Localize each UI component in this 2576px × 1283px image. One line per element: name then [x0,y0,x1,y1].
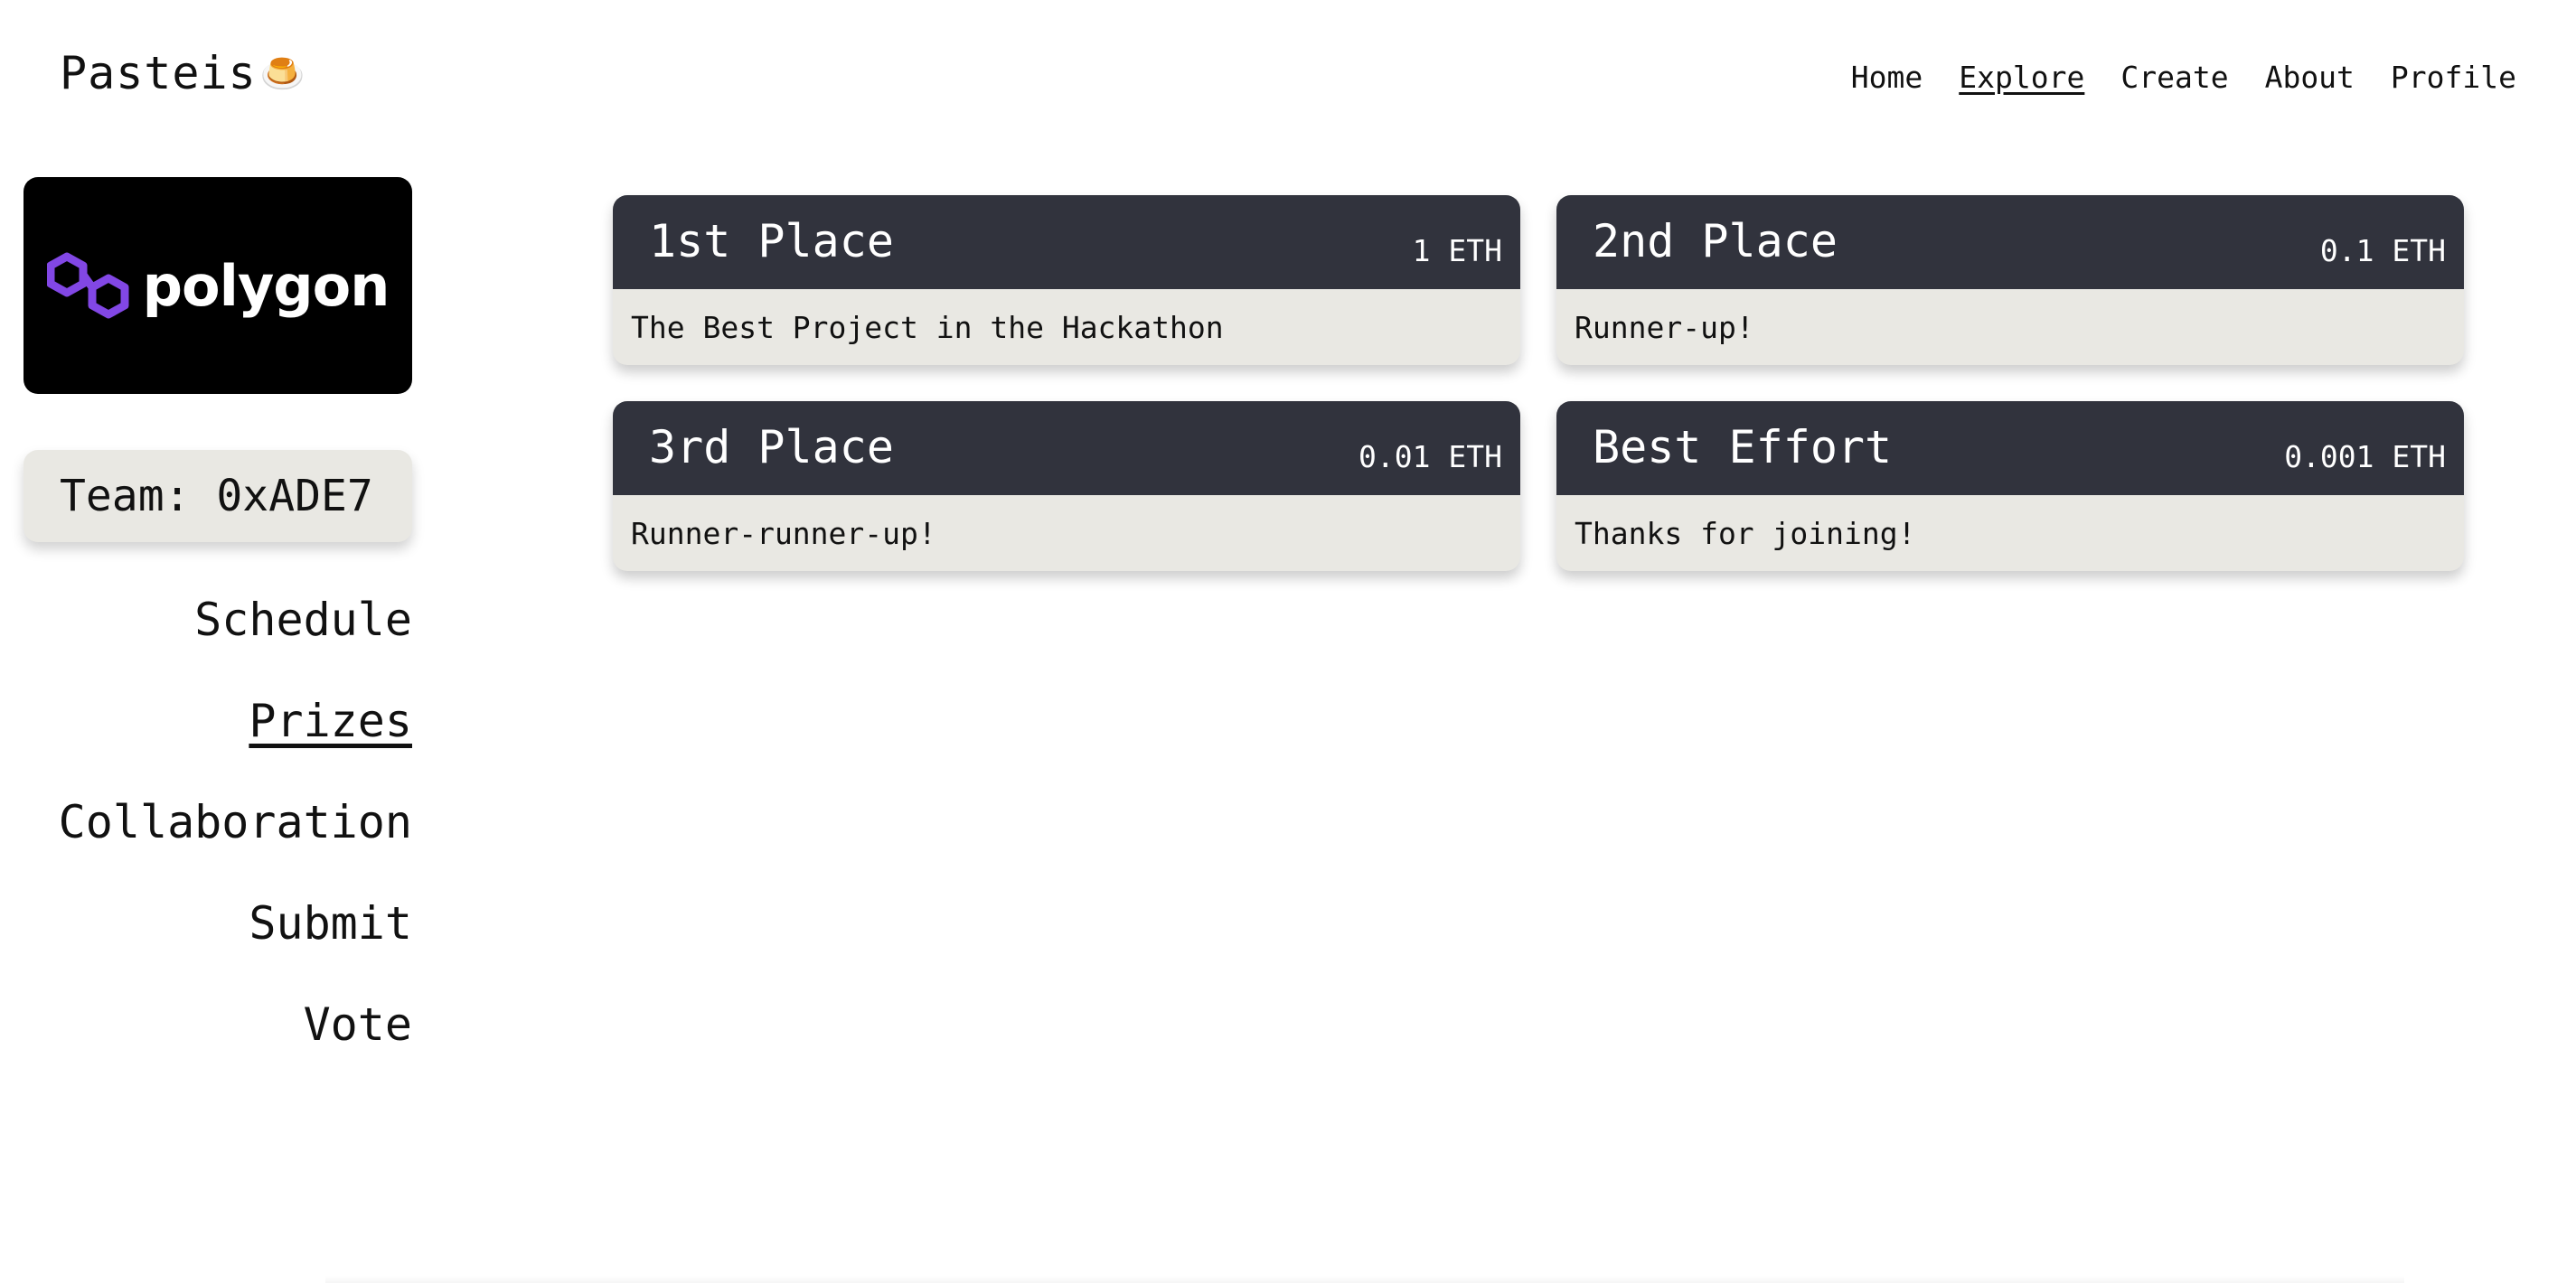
prize-title: 1st Place [649,215,894,267]
top-nav: Home Explore Create About Profile [1851,60,2516,95]
prize-card: 2nd Place 0.1 ETH Runner-up! [1556,195,2464,365]
team-label: Team: 0xADE7 [60,471,373,521]
prize-description: Runner-runner-up! [631,515,936,551]
nav-explore-link[interactable]: Explore [1959,60,2084,95]
prize-description: The Best Project in the Hackathon [631,309,1224,345]
prize-amount: 0.001 ETH [2284,439,2446,474]
prize-amount: 1 ETH [1412,233,1502,268]
top-header: Pasteis 🍮 Home Explore Create About Prof… [0,0,2576,163]
prize-header: 1st Place 1 ETH [613,195,1520,289]
prize-description: Runner-up! [1575,309,1754,345]
footer-shadow [325,1276,2404,1283]
prize-card: 3rd Place 0.01 ETH Runner-runner-up! [613,401,1520,571]
nav-profile-link[interactable]: Profile [2391,60,2516,95]
polygon-wordmark: polygon [142,252,390,319]
hackathon-nav: Schedule Prizes Collaboration Submit Vot… [24,569,412,1075]
sidebar-item-submit[interactable]: Submit [249,873,412,974]
prize-title: 2nd Place [1593,215,1838,267]
sponsor-logo-card: polygon [24,177,412,394]
prizes-grid: 1st Place 1 ETH The Best Project in the … [613,195,2464,571]
prize-title: Best Effort [1593,421,1893,473]
sidebar: polygon Team: 0xADE7 Schedule Prizes Col… [24,177,412,1075]
prize-header: 2nd Place 0.1 ETH [1556,195,2464,289]
prize-card: 1st Place 1 ETH The Best Project in the … [613,195,1520,365]
prize-amount: 0.01 ETH [1359,439,1502,474]
nav-home-link[interactable]: Home [1851,60,1923,95]
prize-header: 3rd Place 0.01 ETH [613,401,1520,495]
nav-about-link[interactable]: About [2265,60,2355,95]
sidebar-item-schedule[interactable]: Schedule [194,569,412,670]
sidebar-item-prizes[interactable]: Prizes [249,670,412,772]
prize-amount: 0.1 ETH [2319,233,2446,268]
brand-logo[interactable]: Pasteis 🍮 [60,47,306,99]
sidebar-item-vote[interactable]: Vote [304,974,412,1075]
prize-description: Thanks for joining! [1575,515,1916,551]
prize-card: Best Effort 0.001 ETH Thanks for joining… [1556,401,2464,571]
nav-create-link[interactable]: Create [2120,60,2228,95]
polygon-icon [46,252,129,319]
prize-header: Best Effort 0.001 ETH [1556,401,2464,495]
sidebar-item-collaboration[interactable]: Collaboration [59,772,412,873]
team-badge: Team: 0xADE7 [24,450,412,542]
prize-title: 3rd Place [649,421,894,473]
flan-icon: 🍮 [259,52,306,95]
brand-name: Pasteis [60,47,257,99]
